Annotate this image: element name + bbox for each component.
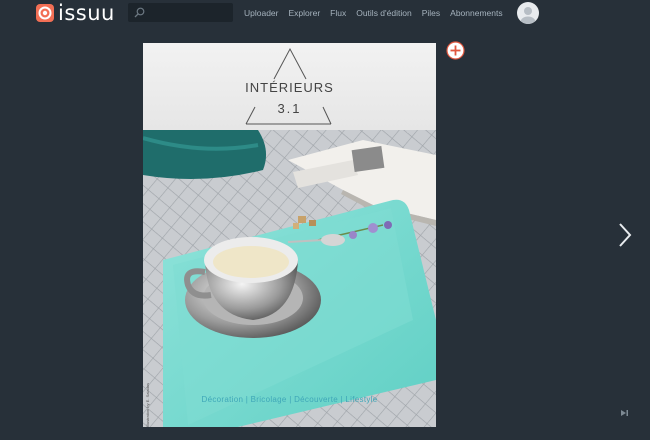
top-navigation-bar: issuu Uploader Explorer Flux Outils d'éd… <box>0 0 650 28</box>
search-input[interactable] <box>148 3 228 22</box>
cover-header: INTÉRIEURS 3.1 <box>143 43 436 130</box>
nav-piles[interactable]: Piles <box>422 8 440 18</box>
cover-photo <box>143 130 436 427</box>
skip-to-end-icon[interactable] <box>619 408 629 418</box>
nav-explorer[interactable]: Explorer <box>289 8 321 18</box>
chevron-right-icon[interactable] <box>614 220 634 250</box>
nav-uploader[interactable]: Uploader <box>244 8 279 18</box>
nav-abonnements[interactable]: Abonnements <box>450 8 502 18</box>
main-nav: Uploader Explorer Flux Outils d'édition … <box>244 4 513 22</box>
search-box[interactable] <box>128 3 233 22</box>
cover-tagline: Décoration | Bricolage | Découverte | Li… <box>201 395 378 404</box>
document-cover[interactable]: INTÉRIEURS 3.1 Décoration | Bricolage | … <box>143 43 436 427</box>
nav-outils-edition[interactable]: Outils d'édition <box>356 8 412 18</box>
cover-issue-number: 3.1 <box>277 101 302 116</box>
nav-flux[interactable]: Flux <box>330 8 346 18</box>
add-to-stack-icon[interactable] <box>446 41 465 60</box>
cover-credit: Illustration by E. Saladas <box>145 382 150 427</box>
user-avatar-icon[interactable] <box>517 2 539 24</box>
logo-wordmark: issuu <box>58 1 115 25</box>
cover-title: INTÉRIEURS <box>245 80 334 95</box>
issuu-logo[interactable]: issuu <box>36 1 115 25</box>
issuu-logo-icon <box>36 4 54 22</box>
search-icon <box>134 7 145 18</box>
